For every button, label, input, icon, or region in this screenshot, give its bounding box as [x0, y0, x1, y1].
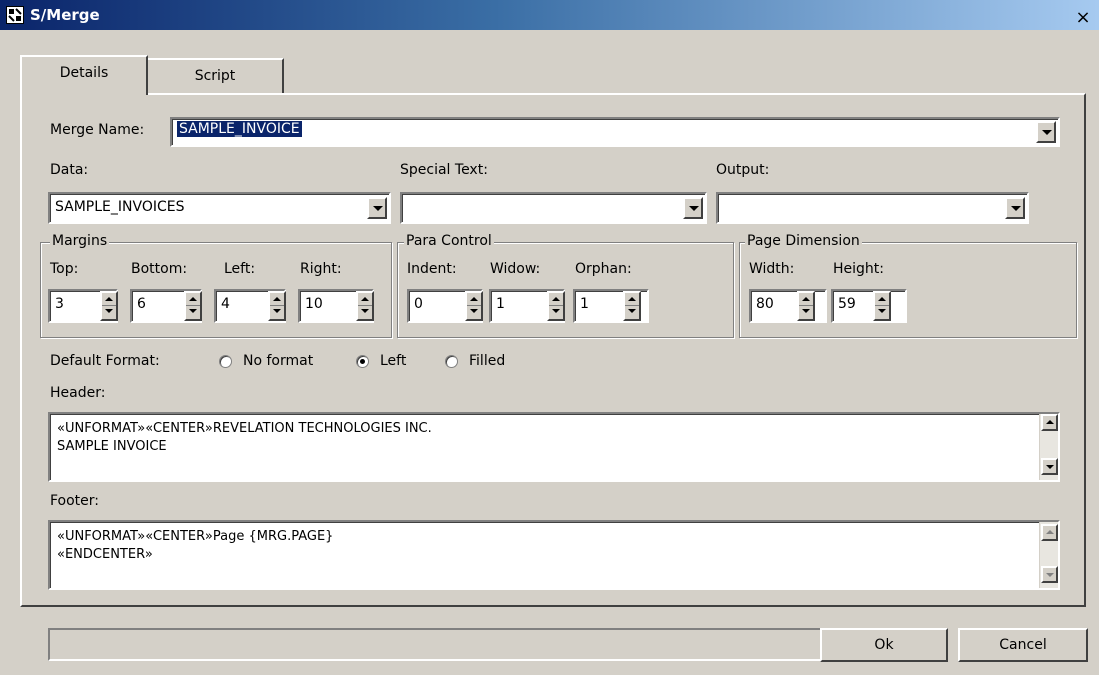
margin-bottom-spin-buttons[interactable]	[184, 291, 202, 321]
page-height-value: 59	[838, 296, 856, 312]
indent-label: Indent:	[407, 261, 457, 277]
margin-top-value: 3	[55, 296, 64, 312]
default-format-label: Default Format:	[50, 353, 160, 369]
page-dimension-group-title: Page Dimension	[745, 233, 862, 249]
footer-scrollbar[interactable]	[1039, 522, 1058, 588]
header-scrollbar[interactable]	[1039, 414, 1058, 480]
margin-left-spin-buttons[interactable]	[268, 291, 286, 321]
data-value: SAMPLE_INVOICES	[55, 199, 185, 215]
data-dropdown-button[interactable]	[367, 197, 387, 219]
margin-left-label: Left:	[224, 261, 256, 277]
merge-name-value: SAMPLE_INVOICE	[177, 121, 302, 137]
filled-format-label[interactable]: Filled	[469, 353, 505, 369]
para-control-group-title: Para Control	[404, 233, 494, 249]
special-text-dropdown-button[interactable]	[683, 197, 703, 219]
margin-top-label: Top:	[50, 261, 79, 277]
merge-name-label: Merge Name:	[50, 122, 145, 138]
output-combobox[interactable]	[716, 192, 1029, 224]
tab-details[interactable]: Details	[20, 55, 148, 95]
data-label: Data:	[50, 162, 89, 178]
footer-label: Footer:	[50, 493, 100, 509]
close-icon[interactable]: ×	[1072, 9, 1094, 29]
no-format-label[interactable]: No format	[243, 353, 313, 369]
window-title: S/Merge	[30, 6, 100, 24]
left-radio[interactable]	[356, 355, 369, 368]
widow-label: Widow:	[490, 261, 541, 277]
page-width-spin-buttons[interactable]	[797, 291, 815, 321]
footer-scroll-up-button[interactable]	[1041, 524, 1058, 541]
margin-right-spin-buttons[interactable]	[356, 291, 374, 321]
page-height-label: Height:	[833, 261, 884, 277]
page-width-spinner[interactable]: 80	[749, 289, 827, 323]
orphan-spin-buttons[interactable]	[623, 291, 641, 321]
app-icon	[6, 6, 24, 24]
merge-name-dropdown-button[interactable]	[1036, 121, 1056, 143]
orphan-label: Orphan:	[575, 261, 632, 277]
special-text-combobox[interactable]	[400, 192, 707, 224]
margin-bottom-value: 6	[137, 296, 146, 312]
indent-spin-buttons[interactable]	[465, 291, 483, 321]
title-bar[interactable]: S/Merge	[0, 0, 1099, 30]
data-combobox[interactable]: SAMPLE_INVOICES	[48, 192, 391, 224]
header-scroll-up-button[interactable]	[1041, 414, 1058, 431]
margin-right-label: Right:	[300, 261, 342, 277]
status-bar	[48, 628, 844, 661]
no-format-radio[interactable]	[219, 355, 232, 368]
left-format-label[interactable]: Left	[380, 353, 406, 369]
page-height-spinner[interactable]: 59	[831, 289, 907, 323]
margin-top-spin-buttons[interactable]	[100, 291, 118, 321]
output-label: Output:	[716, 162, 770, 178]
filled-radio[interactable]	[445, 355, 458, 368]
ok-button[interactable]: Ok	[820, 628, 948, 662]
margins-group-title: Margins	[50, 233, 110, 249]
footer-scroll-down-button[interactable]	[1041, 566, 1058, 583]
merge-name-combobox[interactable]: SAMPLE_INVOICE	[170, 117, 1060, 147]
indent-value: 0	[414, 296, 423, 312]
page-height-spin-buttons[interactable]	[873, 291, 891, 321]
output-dropdown-button[interactable]	[1005, 197, 1025, 219]
page-width-value: 80	[756, 296, 774, 312]
special-text-label: Special Text:	[400, 162, 488, 178]
header-textarea[interactable]: «UNFORMAT»«CENTER»REVELATION TECHNOLOGIE…	[48, 412, 1060, 482]
margin-bottom-label: Bottom:	[131, 261, 188, 277]
cancel-button[interactable]: Cancel	[958, 628, 1088, 662]
margin-right-value: 10	[305, 296, 323, 312]
header-label: Header:	[50, 385, 106, 401]
page-width-label: Width:	[749, 261, 795, 277]
orphan-value: 1	[580, 296, 589, 312]
margin-left-value: 4	[221, 296, 230, 312]
widow-value: 1	[496, 296, 505, 312]
widow-spin-buttons[interactable]	[547, 291, 565, 321]
header-scroll-down-button[interactable]	[1041, 458, 1058, 475]
footer-textarea[interactable]: «UNFORMAT»«CENTER»Page {MRG.PAGE} «ENDCE…	[48, 520, 1060, 590]
tab-script[interactable]: Script	[148, 58, 284, 94]
